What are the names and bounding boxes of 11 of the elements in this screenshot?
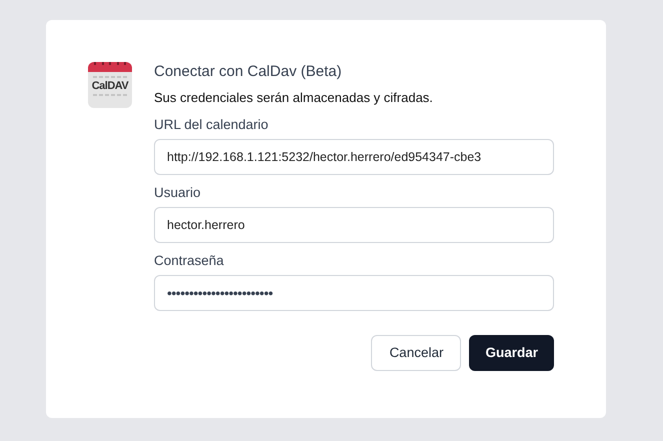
cancel-button[interactable]: Cancelar <box>371 335 462 371</box>
dialog-title: Conectar con CalDav (Beta) <box>154 62 343 82</box>
input-field[interactable]: hector.herrero <box>154 207 554 243</box>
field-label: Usuario <box>154 184 202 202</box>
field-label: Contraseña <box>154 252 225 270</box>
save-button[interactable]: Guardar <box>469 335 554 371</box>
input-field[interactable]: http://192.168.1.121:5232/hector.herrero/ed954347-cbe3 <box>154 139 554 175</box>
dialog-subtitle: Sus credenciales serán almacenadas y cifradas. <box>154 89 434 107</box>
field-label: URL del calendario <box>154 116 270 134</box>
password-field[interactable]: •••••••••••••••••••••••• <box>154 275 554 311</box>
calendar-logo-icon: CalDAV <box>88 62 132 108</box>
